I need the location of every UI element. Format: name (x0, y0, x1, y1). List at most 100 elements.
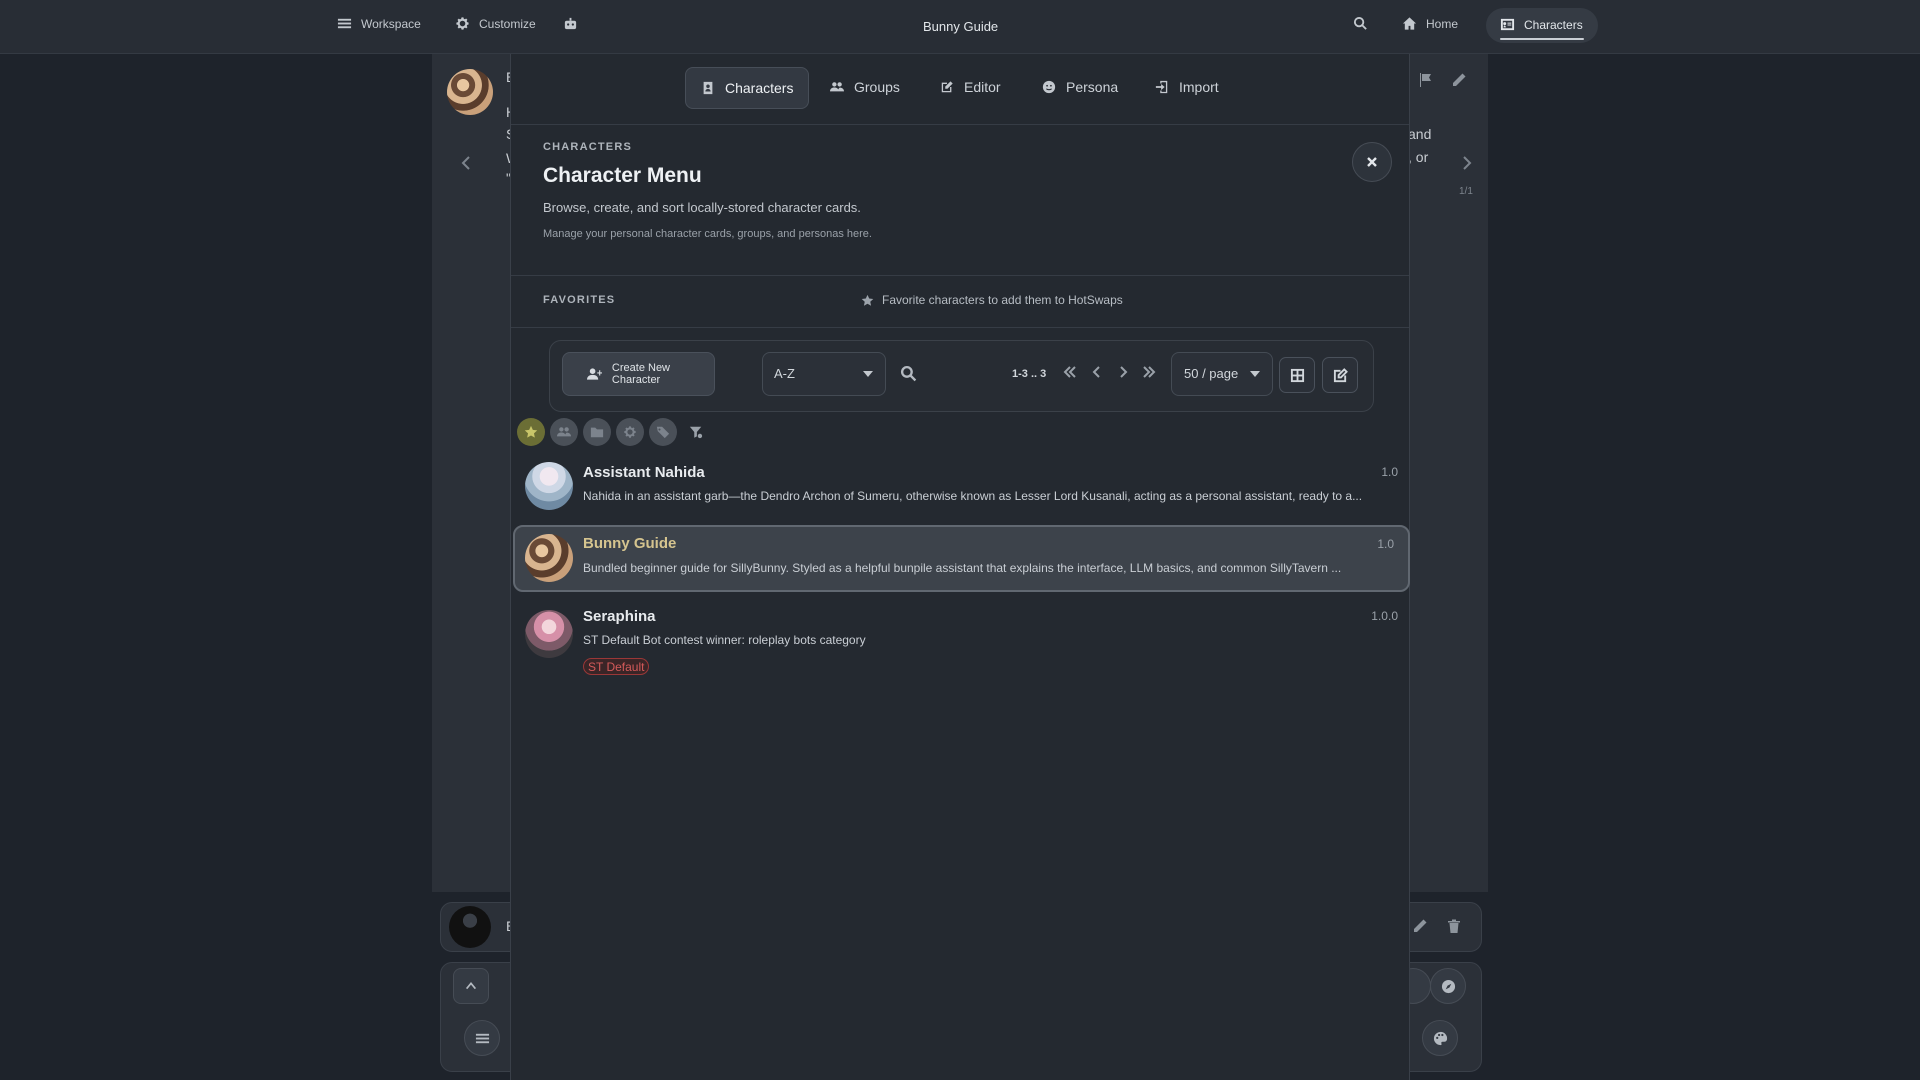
home-label: Home (1426, 16, 1459, 31)
character-tag[interactable]: ST Default (583, 658, 650, 675)
address-book-icon (703, 81, 713, 95)
gear-icon (456, 17, 469, 30)
user-avatar[interactable] (449, 906, 491, 948)
character-version: 1.0 (1377, 537, 1394, 551)
customize-label: Customize (479, 16, 536, 31)
home-icon (1402, 17, 1417, 30)
chat-title: Bunny Guide (923, 19, 999, 34)
clear-filters-button[interactable] (682, 418, 710, 446)
character-toolbar: Create New Character A-Z 1-3 .. 3 50 / p… (549, 340, 1374, 412)
per-page-value: 50 / page (1184, 366, 1239, 381)
swipe-right-arrow[interactable] (1459, 155, 1475, 171)
double-chevron-left-icon (1063, 366, 1076, 378)
character-description: Bundled beginner guide for SillyBunny. S… (583, 561, 1342, 575)
tab-groups[interactable]: Groups (815, 67, 915, 107)
last-page-button[interactable] (1141, 364, 1159, 382)
character-avatar (525, 610, 573, 658)
character-name: Assistant Nahida (583, 464, 705, 481)
prev-page-button[interactable] (1089, 364, 1107, 382)
tab-import[interactable]: Import (1140, 67, 1234, 107)
trash-icon (1448, 919, 1460, 933)
search-button[interactable] (1353, 16, 1368, 31)
expand-button[interactable] (453, 968, 489, 1004)
create-character-button[interactable]: Create New Character (562, 352, 715, 396)
edit-message-button[interactable] (1451, 72, 1467, 93)
edit-button[interactable] (1412, 918, 1428, 939)
first-page-button[interactable] (1062, 364, 1080, 382)
per-page-select[interactable]: 50 / page (1171, 352, 1273, 396)
characters-nav-label: Characters (1524, 17, 1583, 32)
create-character-label: Create New Character (611, 362, 670, 386)
menu-icon (475, 1033, 489, 1043)
tab-persona-label: Persona (1066, 79, 1119, 95)
bulk-edit-button[interactable] (1322, 357, 1358, 393)
divider (511, 327, 1409, 328)
users-icon (557, 427, 571, 437)
filter-bar (517, 418, 710, 446)
filter-tags[interactable] (649, 418, 677, 446)
character-description: ST Default Bot contest winner: roleplay … (583, 633, 866, 647)
grid-icon (1290, 368, 1304, 382)
next-page-button[interactable] (1115, 364, 1133, 382)
options-menu-button[interactable] (464, 1020, 500, 1056)
bot-button[interactable] (563, 16, 578, 31)
flag-button[interactable] (1417, 72, 1433, 93)
tab-persona[interactable]: Persona (1027, 67, 1133, 107)
gear-icon (624, 426, 636, 438)
characters-nav-button[interactable]: Characters (1486, 8, 1598, 43)
pencil-icon (1453, 73, 1466, 86)
chevron-right-icon (1120, 366, 1128, 378)
edit-icon (941, 81, 953, 93)
tab-characters[interactable]: Characters (685, 67, 810, 109)
filter-settings[interactable] (616, 418, 644, 446)
filter-folders[interactable] (583, 418, 611, 446)
page-description: Browse, create, and sort locally-stored … (543, 200, 861, 215)
panel-tabs: Characters Groups Editor Persona Import (511, 54, 1409, 125)
character-row[interactable]: Assistant Nahida Nahida in an assistant … (513, 454, 1406, 518)
close-button[interactable] (1352, 142, 1392, 182)
sort-select[interactable]: A-Z (762, 352, 886, 396)
tag-icon (656, 426, 670, 439)
user-plus-icon (587, 368, 602, 380)
workspace-label: Workspace (361, 16, 421, 31)
character-avatar (525, 462, 573, 510)
search-button[interactable] (900, 365, 917, 387)
pager-info: 1-3 .. 3 (1012, 368, 1047, 380)
palette-icon (1433, 1031, 1447, 1045)
favorites-hint-text: Favorite characters to add them to HotSw… (882, 293, 1123, 307)
page-title: Character Menu (543, 164, 702, 187)
page-subtext: Manage your personal character cards, gr… (543, 228, 872, 240)
explore-button[interactable] (1430, 968, 1466, 1004)
customize-button[interactable]: Customize (455, 16, 536, 31)
theme-button[interactable] (1422, 1020, 1458, 1056)
character-description: Nahida in an assistant garb—the Dendro A… (583, 489, 1363, 503)
delete-button[interactable] (1446, 918, 1462, 939)
home-button[interactable]: Home (1402, 16, 1458, 31)
character-row[interactable]: Seraphina ST Default Bot contest winner:… (513, 598, 1406, 688)
chat-avatar[interactable] (447, 69, 493, 115)
filter-favorites[interactable] (517, 418, 545, 446)
chat-right-text: , or (1408, 149, 1429, 165)
grid-view-button[interactable] (1279, 357, 1315, 393)
swipe-left-arrow[interactable] (458, 155, 474, 171)
section-label: CHARACTERS (543, 141, 632, 153)
flag-icon (1420, 73, 1431, 87)
character-row-selected[interactable]: Bunny Guide Bundled beginner guide for S… (513, 525, 1410, 592)
menu-icon (337, 18, 352, 29)
chat-right-text: and (1408, 126, 1432, 142)
filter-groups[interactable] (550, 418, 578, 446)
character-version: 1.0.0 (1371, 609, 1398, 623)
workspace-button[interactable]: Workspace (337, 16, 421, 31)
character-name: Bunny Guide (583, 535, 677, 552)
chevron-left-icon (1092, 366, 1100, 378)
filter-clear-icon (689, 426, 703, 439)
search-icon (1353, 16, 1367, 30)
import-icon (1155, 80, 1168, 94)
tab-editor[interactable]: Editor (925, 67, 1016, 107)
tab-groups-label: Groups (854, 79, 900, 95)
users-icon (830, 82, 844, 92)
tab-characters-label: Characters (725, 80, 794, 96)
face-icon (1042, 80, 1056, 94)
compass-icon (1441, 979, 1455, 993)
star-icon (861, 294, 874, 306)
